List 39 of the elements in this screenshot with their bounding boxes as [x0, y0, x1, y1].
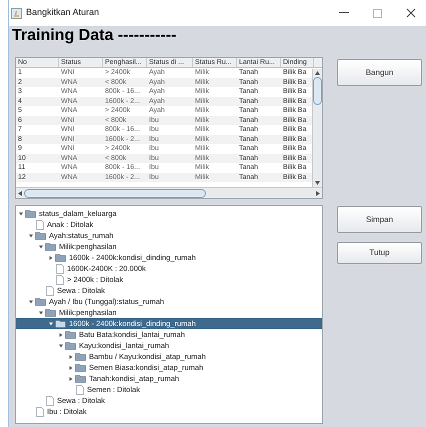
collapsed-arrow-icon[interactable] [49, 256, 53, 260]
collapsed-arrow-icon[interactable] [69, 366, 73, 370]
horizontal-scrollbar[interactable] [16, 187, 322, 198]
file-icon [36, 220, 44, 230]
expanded-arrow-icon[interactable] [49, 322, 53, 326]
expanded-arrow-icon[interactable] [19, 212, 23, 216]
scroll-right-icon[interactable] [316, 190, 320, 196]
scroll-thumb[interactable] [313, 77, 322, 105]
window-title: Bangkitkan Aturan [26, 6, 100, 20]
scroll-left-icon[interactable] [18, 190, 22, 196]
folder-icon [75, 363, 86, 372]
folder-icon [45, 242, 56, 251]
action-button[interactable]: Simpan [337, 206, 422, 233]
expanded-arrow-icon[interactable] [39, 310, 43, 314]
expanded-arrow-icon[interactable] [39, 244, 43, 248]
file-icon [76, 384, 84, 394]
folder-icon [35, 297, 46, 306]
vertical-scrollbar[interactable] [312, 69, 322, 187]
heading: Training Data ----------- [12, 26, 178, 46]
expanded-arrow-icon[interactable] [59, 344, 63, 348]
expanded-arrow-icon[interactable] [29, 300, 33, 304]
folder-icon [55, 319, 66, 328]
minimize-icon[interactable] [339, 12, 349, 14]
folder-icon [55, 253, 66, 262]
expanded-arrow-icon[interactable] [29, 234, 33, 238]
folder-icon [65, 341, 76, 350]
app-icon [11, 8, 22, 18]
scroll-up-icon[interactable] [315, 71, 320, 75]
folder-icon [75, 352, 86, 361]
collapsed-arrow-icon[interactable] [59, 332, 63, 336]
folder-icon [25, 209, 36, 218]
action-button[interactable]: Tutup [337, 242, 422, 264]
folder-icon [75, 374, 86, 383]
action-button[interactable]: Bangun [337, 59, 422, 86]
folder-icon [35, 231, 46, 240]
close-icon[interactable] [406, 8, 416, 18]
collapsed-arrow-icon[interactable] [69, 354, 73, 358]
collapsed-arrow-icon[interactable] [69, 376, 73, 380]
scroll-thumb[interactable] [24, 188, 206, 198]
